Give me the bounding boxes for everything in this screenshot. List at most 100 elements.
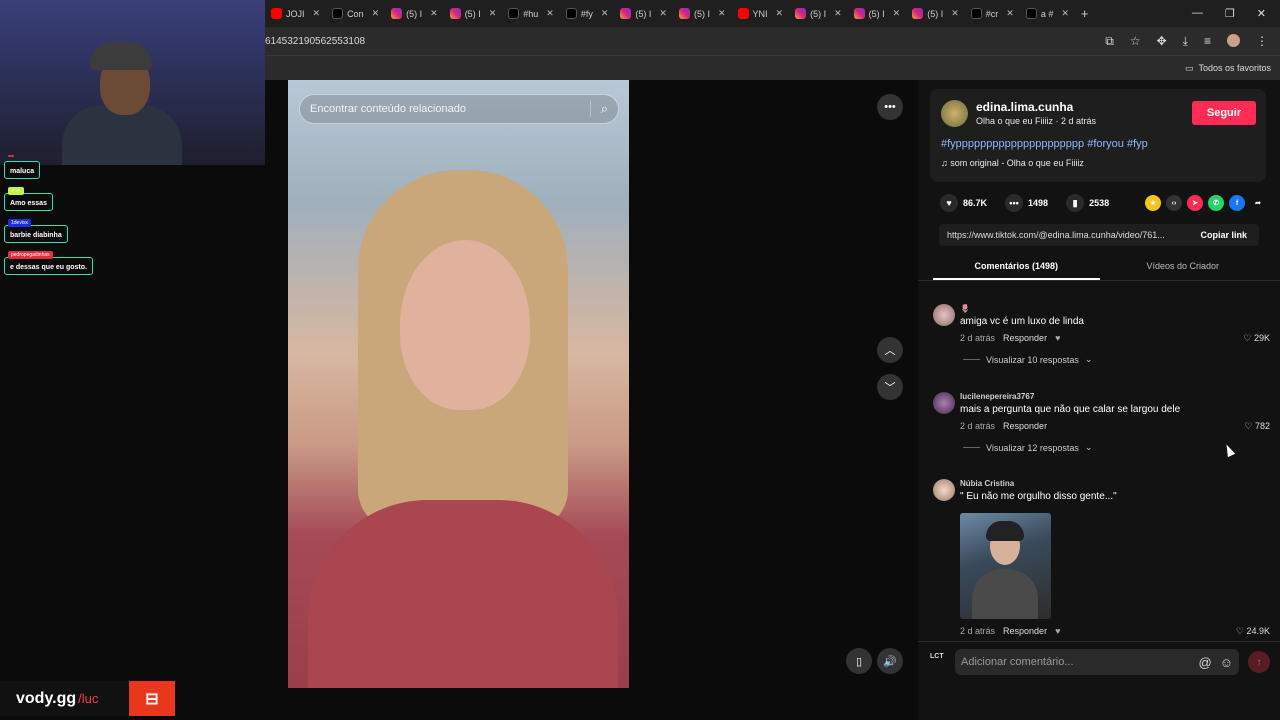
chat-message: maluca: [4, 155, 41, 179]
comment-avatar[interactable]: [933, 479, 955, 501]
browser-tab[interactable]: YNI ✕: [732, 0, 790, 27]
view-replies-button[interactable]: Visualizar 10 respostas ⌄: [963, 354, 1092, 365]
vody-logo: vody.gg: [16, 689, 77, 707]
mention-icon[interactable]: @: [1199, 655, 1212, 670]
download-icon[interactable]: ⤓: [1183, 34, 1188, 49]
folder-icon: ▭: [1184, 62, 1194, 73]
tab-close-icon[interactable]: ✕: [601, 8, 609, 19]
chat-text: e dessas que eu gosto.: [10, 264, 88, 271]
browser-tab[interactable]: (5) I ✕: [614, 0, 673, 27]
browser-tab[interactable]: JOJI ✕: [265, 0, 326, 27]
emoji-icon[interactable]: ☺: [1220, 655, 1233, 670]
tab-close-icon[interactable]: ✕: [546, 8, 554, 19]
browser-tab[interactable]: (5) I ✕: [789, 0, 848, 27]
tab-close-icon[interactable]: ✕: [951, 8, 959, 19]
more-options-button[interactable]: •••: [877, 94, 903, 120]
pip-button[interactable]: ▯: [846, 648, 872, 674]
volume-button[interactable]: 🔊: [877, 648, 903, 674]
comment-meta: 2 d atrás Responder ♥: [960, 333, 1060, 343]
video-player[interactable]: [288, 80, 629, 688]
tab-close-icon[interactable]: ✕: [489, 8, 497, 19]
view-replies-button[interactable]: Visualizar 12 respostas ⌄: [963, 442, 1092, 453]
reply-button[interactable]: Responder: [1003, 333, 1047, 343]
browser-tab[interactable]: (5) I ✕: [444, 0, 503, 27]
comment-like[interactable]: ♡ 24.9K: [1236, 626, 1270, 637]
close-icon[interactable]: ✕: [1257, 7, 1266, 20]
new-tab-button[interactable]: +: [1075, 0, 1095, 27]
search-icon[interactable]: ⌕: [589, 101, 608, 117]
facebook-icon[interactable]: f: [1229, 195, 1245, 211]
browser-tab[interactable]: #hu ✕: [502, 0, 560, 27]
all-favorites[interactable]: ▭ Todos os favoritos: [1185, 63, 1271, 74]
comment-stat[interactable]: ••• 1498: [1005, 194, 1048, 212]
tab-comments[interactable]: Comentários (1498): [933, 256, 1100, 280]
address-bar[interactable]: 614532190562553108 ⧉ ☆ ✥ ⤓ ≡ ⋮: [265, 27, 1280, 55]
menu-icon[interactable]: ⋮: [1256, 34, 1268, 49]
comment-avatar[interactable]: [933, 392, 955, 414]
browser-tab[interactable]: #fy ✕: [560, 0, 615, 27]
related-search-input[interactable]: Encontrar conteúdo relacionado ⌕: [299, 94, 619, 124]
tab-close-icon[interactable]: ✕: [776, 8, 784, 19]
comment-like[interactable]: ♡ 782: [1244, 421, 1270, 432]
browser-tab[interactable]: (5) I ✕: [673, 0, 732, 27]
youtube-icon: [271, 8, 282, 19]
sound-info[interactable]: ♫ som original - Olha o que eu Fiiiiz: [941, 158, 1084, 168]
tab-close-icon[interactable]: ✕: [313, 8, 321, 19]
comment-username[interactable]: 🌷: [960, 304, 970, 313]
tab-close-icon[interactable]: ✕: [659, 8, 667, 19]
like-stat[interactable]: ♥ 86.7K: [940, 194, 987, 212]
minimize-icon[interactable]: —: [1192, 7, 1203, 20]
media-icon[interactable]: ≡: [1204, 34, 1211, 49]
browser-tab[interactable]: (5) I ✕: [848, 0, 907, 27]
tab-creator-videos[interactable]: Vídeos do Criador: [1100, 256, 1267, 280]
browser-tab[interactable]: #cr ✕: [965, 0, 1020, 27]
copy-link-button[interactable]: Copiar link: [1188, 230, 1259, 240]
creator-avatar[interactable]: [941, 100, 968, 127]
reply-button[interactable]: Responder: [1003, 421, 1047, 431]
url-text[interactable]: 614532190562553108: [265, 36, 365, 47]
creator-username[interactable]: edina.lima.cunha: [976, 100, 1073, 114]
user-logo[interactable]: LCT: [930, 653, 944, 660]
profile-avatar[interactable]: [1227, 33, 1240, 47]
extensions-icon[interactable]: ✥: [1157, 34, 1167, 49]
tab-close-icon[interactable]: ✕: [893, 8, 901, 19]
tab-close-icon[interactable]: ✕: [834, 8, 842, 19]
browser-tab[interactable]: Con ✕: [326, 0, 385, 27]
share-arrow-icon[interactable]: ➦: [1250, 195, 1266, 211]
browser-tab[interactable]: (5) I ✕: [385, 0, 444, 27]
comment-username[interactable]: lucilenepereira3767: [960, 392, 1034, 401]
comment-input[interactable]: Adicionar comentário... @ ☺: [955, 649, 1239, 675]
comment-image[interactable]: [960, 513, 1051, 619]
browser-tab-label: (5) I: [635, 8, 652, 19]
repost-icon[interactable]: ★: [1145, 195, 1161, 211]
stats-row: ♥ 86.7K ••• 1498 ▮ 2538 ★ ‹› ➤ ✆ f ➦: [940, 193, 1266, 213]
next-video-button[interactable]: ﹀: [877, 374, 903, 400]
reply-button[interactable]: Responder: [1003, 626, 1047, 636]
all-favorites-label: Todos os favoritos: [1198, 63, 1271, 73]
follow-button[interactable]: Seguir: [1192, 101, 1256, 125]
comment-tabs: Comentários (1498) Vídeos do Criador: [933, 256, 1266, 280]
install-icon[interactable]: ⧉: [1105, 34, 1114, 49]
share-link-row: https://www.tiktok.com/@edina.lima.cunha…: [939, 224, 1259, 246]
restore-icon[interactable]: ❐: [1225, 7, 1235, 20]
comment-avatar[interactable]: [933, 304, 955, 326]
comment-username[interactable]: Núbia Cristina: [960, 479, 1014, 488]
embed-icon[interactable]: ‹›: [1166, 195, 1182, 211]
browser-tab[interactable]: a # ✕: [1020, 0, 1075, 27]
comment-like[interactable]: ♡ 29K: [1243, 333, 1270, 344]
tab-close-icon[interactable]: ✕: [430, 8, 438, 19]
tab-close-icon[interactable]: ✕: [1006, 8, 1014, 19]
bookmark-star-icon[interactable]: ☆: [1130, 34, 1141, 49]
instagram-icon: [912, 8, 924, 19]
browser-tab[interactable]: (5) I ✕: [906, 0, 965, 27]
tab-close-icon[interactable]: ✕: [372, 8, 380, 19]
save-stat[interactable]: ▮ 2538: [1066, 194, 1109, 212]
tab-close-icon[interactable]: ✕: [1061, 8, 1069, 19]
tab-close-icon[interactable]: ✕: [718, 8, 726, 19]
whatsapp-icon[interactable]: ✆: [1208, 195, 1224, 211]
send-comment-button[interactable]: ↑: [1248, 651, 1270, 673]
send-icon[interactable]: ➤: [1187, 195, 1203, 211]
share-link-text[interactable]: https://www.tiktok.com/@edina.lima.cunha…: [947, 230, 1165, 240]
previous-video-button[interactable]: ︿: [877, 337, 903, 363]
video-hashtags[interactable]: #fyppppppppppppppppppppp #foryou #fyp: [941, 138, 1148, 150]
